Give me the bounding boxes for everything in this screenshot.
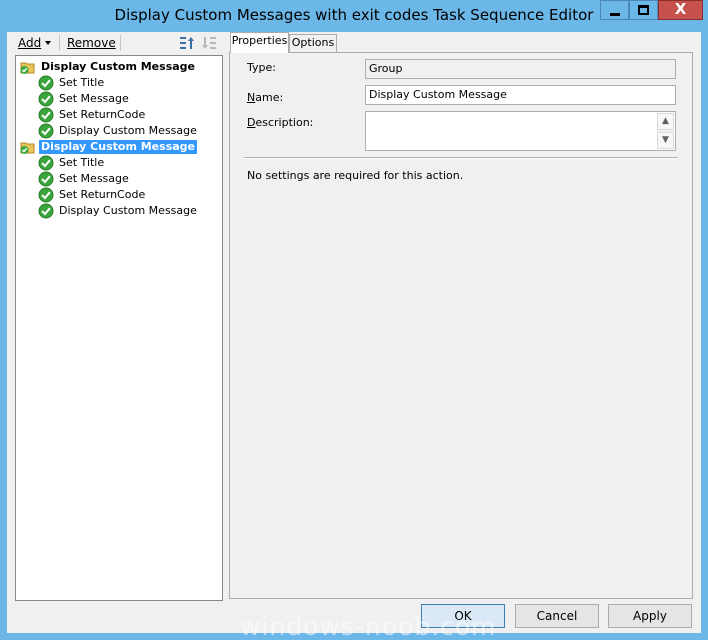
scroll-down-button[interactable]: ▼ [657, 132, 674, 149]
green-check-icon [38, 107, 54, 123]
watermark-text: windows-noob.com [240, 612, 497, 641]
tree-item-label: Display Custom Message [41, 60, 195, 73]
chevron-up-icon: ▲ [662, 116, 669, 126]
description-field[interactable]: ▲ ▼ [365, 111, 676, 151]
toolbar: Add Remove [7, 32, 229, 54]
remove-button[interactable]: Remove [67, 36, 116, 50]
green-check-icon [38, 91, 54, 107]
move-up-icon[interactable] [179, 35, 195, 51]
tree-item-label: Display Custom Message [59, 204, 197, 217]
properties-panel: Type: Group Name: Display Custom Message… [229, 52, 693, 599]
green-check-icon [38, 171, 54, 187]
type-label: Type: [247, 61, 276, 74]
chevron-down-icon: ▼ [662, 135, 669, 145]
description-scrollbar[interactable]: ▲ ▼ [657, 113, 674, 149]
scroll-up-button[interactable]: ▲ [657, 113, 674, 130]
tab-properties[interactable]: Properties [230, 32, 289, 53]
maximize-button[interactable] [629, 0, 658, 20]
maximize-icon [638, 5, 649, 15]
tree-item-label: Display Custom Message [59, 124, 197, 137]
name-field[interactable]: Display Custom Message [365, 85, 676, 105]
tree-item-label: Set ReturnCode [59, 188, 146, 201]
move-down-icon[interactable] [201, 35, 217, 51]
tree-item-label: Set Title [59, 156, 105, 169]
info-text: No settings are required for this action… [247, 169, 464, 182]
type-field: Group [365, 59, 676, 79]
close-icon: X [674, 0, 687, 18]
divider [244, 157, 678, 159]
tree-item-label: Set Message [59, 172, 129, 185]
tab-options[interactable]: Options [289, 34, 337, 52]
add-menu-button[interactable]: Add [18, 36, 41, 50]
green-check-icon [38, 75, 54, 91]
tree-item-label: Set ReturnCode [59, 108, 146, 121]
apply-button[interactable]: Apply [608, 604, 692, 628]
remove-label: Remove [67, 36, 116, 50]
name-label: Name: [247, 91, 284, 104]
description-label: Description: [247, 116, 314, 129]
minimize-button[interactable] [600, 0, 629, 20]
green-check-icon [38, 203, 54, 219]
toolbar-separator [59, 35, 60, 51]
minimize-icon [610, 13, 620, 16]
green-check-icon [38, 155, 54, 171]
folder-check-icon [20, 59, 36, 75]
tree-item-label: Set Title [59, 76, 105, 89]
task-sequence-editor-window: Display Custom Messages with exit codes … [0, 0, 708, 641]
toolbar-separator [120, 35, 121, 51]
chevron-down-icon [45, 41, 51, 45]
add-label: Add [18, 36, 42, 50]
cancel-button[interactable]: Cancel [515, 604, 599, 628]
folder-check-icon [20, 139, 36, 155]
green-check-icon [38, 123, 54, 139]
title-bar[interactable]: Display Custom Messages with exit codes … [0, 0, 708, 32]
task-sequence-tree[interactable]: Display Custom Message Set Title Set Mes… [15, 55, 223, 601]
green-check-icon [38, 187, 54, 203]
client-area: Add Remove Display Custom Message Set Ti… [7, 32, 701, 633]
close-button[interactable]: X [658, 0, 703, 20]
tree-item-label: Set Message [59, 92, 129, 105]
tree-item-label: Display Custom Message [39, 140, 197, 154]
